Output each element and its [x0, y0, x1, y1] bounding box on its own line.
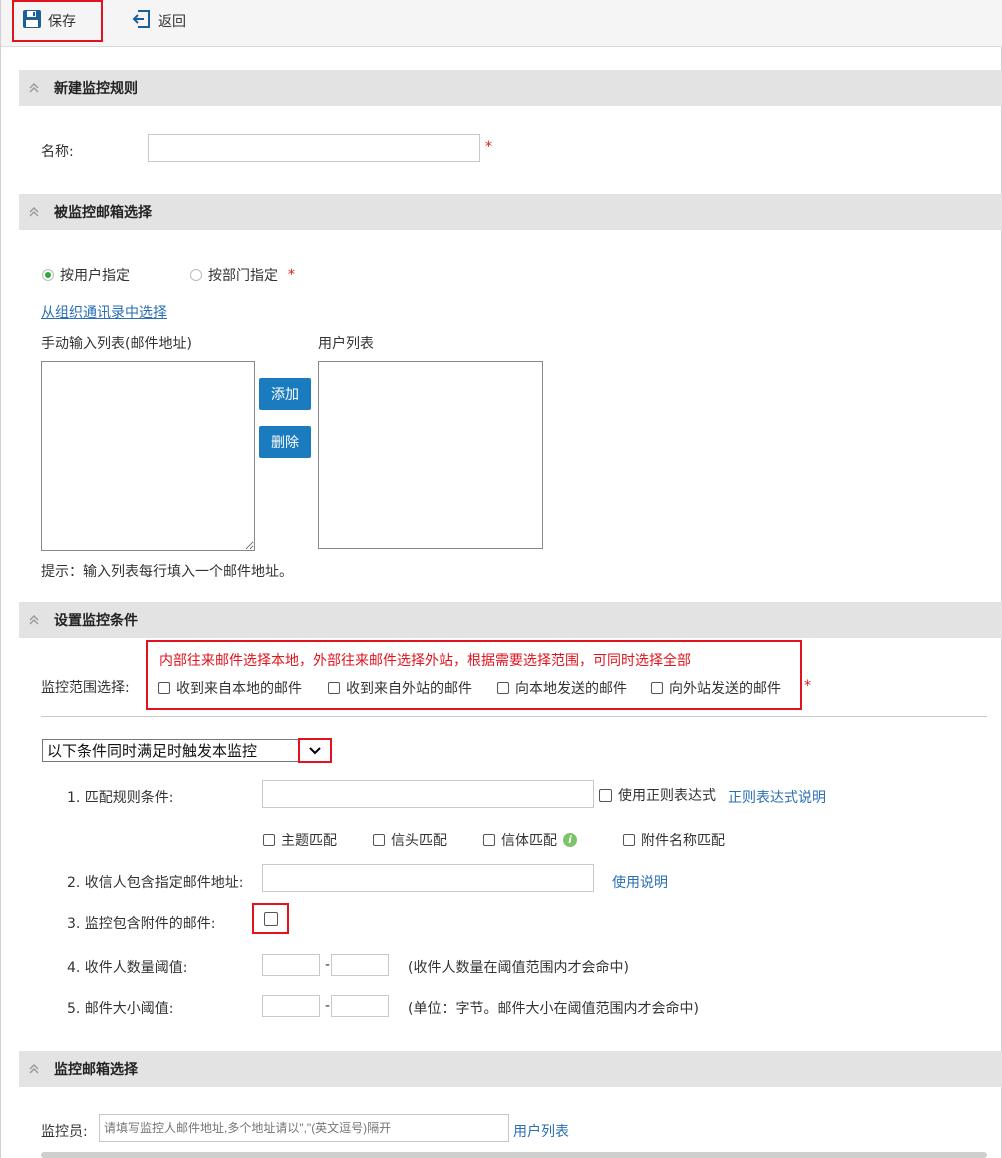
section-new-rule[interactable]: 新建监控规则 — [19, 70, 1002, 106]
rule-5-label: 5. 邮件大小阈值: — [67, 1001, 174, 1017]
attachment-checkbox-box[interactable] — [252, 903, 289, 934]
recipient-threshold-note: (收件人数量在阈值范围内才会命中) — [408, 960, 629, 976]
size-threshold-note: (单位：字节。邮件大小在阈值范围内才会命中) — [408, 1001, 699, 1017]
add-button[interactable]: 添加 — [259, 378, 311, 410]
section-title: 新建监控规则 — [54, 81, 138, 97]
save-label: 保存 — [48, 14, 76, 30]
section-title: 监控邮箱选择 — [54, 1062, 138, 1078]
recipient-max-input[interactable] — [331, 954, 389, 976]
match-option[interactable]: 主题匹配 — [263, 830, 337, 850]
range-dash: - — [325, 957, 331, 973]
collapse-icon[interactable] — [19, 615, 49, 625]
checkbox-icon[interactable] — [651, 682, 663, 694]
section-conditions[interactable]: 设置监控条件 — [19, 602, 1002, 638]
range-dash: - — [325, 998, 331, 1014]
rule-1-label: 1. 匹配规则条件: — [67, 790, 174, 806]
required-mark: * — [485, 139, 492, 155]
back-label: 返回 — [158, 14, 186, 30]
checkbox-icon[interactable] — [263, 834, 275, 846]
checkbox-icon[interactable] — [373, 834, 385, 846]
hint-text: 提示：输入列表每行填入一个邮件地址。 — [41, 564, 293, 580]
name-input[interactable] — [148, 134, 480, 162]
size-max-input[interactable] — [331, 995, 389, 1017]
match-option[interactable]: 信体匹配 i — [483, 830, 577, 850]
rule-3-label: 3. 监控包含附件的邮件: — [67, 916, 216, 932]
name-label: 名称: — [41, 144, 74, 160]
scope-label: 监控范围选择: — [41, 680, 130, 696]
rule-2-label: 2. 收信人包含指定邮件地址: — [67, 875, 244, 891]
required-mark: * — [804, 678, 811, 694]
monitor-user-list-link[interactable]: 用户列表 — [513, 1121, 569, 1141]
horizontal-scrollbar[interactable] — [41, 1152, 987, 1158]
manual-list-textarea[interactable] — [41, 361, 255, 551]
collapse-icon[interactable] — [19, 207, 49, 217]
scope-option[interactable]: 收到来自本地的邮件 — [158, 678, 302, 698]
checkbox-icon[interactable] — [263, 911, 278, 926]
divider — [41, 716, 987, 717]
info-icon[interactable]: i — [563, 833, 577, 847]
match-option[interactable]: 附件名称匹配 — [623, 830, 725, 850]
monitor-label: 监控员: — [41, 1124, 88, 1140]
scope-option[interactable]: 向本地发送的邮件 — [497, 678, 627, 698]
scope-note: 内部往来邮件选择本地，外部往来邮件选择外站，根据需要选择范围，可同时选择全部 — [159, 653, 691, 669]
user-list-box[interactable] — [318, 361, 543, 549]
collapse-icon[interactable] — [19, 1064, 49, 1074]
save-icon — [22, 9, 42, 33]
checkbox-icon[interactable] — [158, 682, 170, 694]
back-icon — [132, 9, 152, 33]
checkbox-icon[interactable] — [623, 834, 635, 846]
scope-option[interactable]: 向外站发送的邮件 — [651, 678, 781, 698]
required-mark: * — [288, 267, 295, 283]
manual-list-label: 手动输入列表(邮件地址) — [41, 336, 192, 352]
trigger-select[interactable]: 以下条件同时满足时触发本监控 — [42, 739, 332, 762]
section-monitor-mailbox[interactable]: 监控邮箱选择 — [19, 1051, 1002, 1087]
size-min-input[interactable] — [262, 995, 320, 1017]
match-condition-input[interactable] — [262, 780, 594, 808]
recipient-address-input[interactable] — [262, 864, 594, 892]
radio-by-dept[interactable]: 按部门指定 * — [190, 265, 295, 285]
checkbox-icon[interactable] — [483, 834, 495, 846]
from-directory-link[interactable]: 从组织通讯录中选择 — [41, 302, 167, 322]
recipient-min-input[interactable] — [262, 954, 320, 976]
monitor-address-input[interactable] — [99, 1114, 509, 1142]
checkbox-icon[interactable] — [497, 682, 509, 694]
dropdown-arrow-box[interactable] — [298, 738, 332, 763]
checkbox-icon[interactable] — [599, 788, 612, 802]
section-title: 被监控邮箱选择 — [54, 205, 152, 221]
section-title: 设置监控条件 — [54, 613, 138, 629]
usage-help-link[interactable]: 使用说明 — [612, 872, 668, 892]
collapse-icon[interactable] — [19, 83, 49, 93]
regex-option[interactable]: 使用正则表达式 — [599, 785, 716, 805]
back-button[interactable]: 返回 — [132, 0, 186, 42]
radio-checked-icon[interactable] — [42, 269, 54, 281]
regex-help-link[interactable]: 正则表达式说明 — [728, 787, 826, 807]
radio-by-user[interactable]: 按用户指定 — [42, 265, 130, 285]
section-mailbox-select[interactable]: 被监控邮箱选择 — [19, 194, 1002, 230]
delete-button[interactable]: 删除 — [259, 426, 311, 458]
scope-option[interactable]: 收到来自外站的邮件 — [328, 678, 472, 698]
match-option[interactable]: 信头匹配 — [373, 830, 447, 850]
rule-4-label: 4. 收件人数量阈值: — [67, 960, 188, 976]
save-button[interactable]: 保存 — [12, 0, 103, 42]
user-list-label: 用户列表 — [318, 336, 374, 352]
radio-unchecked-icon[interactable] — [190, 269, 202, 281]
chevron-down-icon — [309, 743, 321, 759]
checkbox-icon[interactable] — [328, 682, 340, 694]
